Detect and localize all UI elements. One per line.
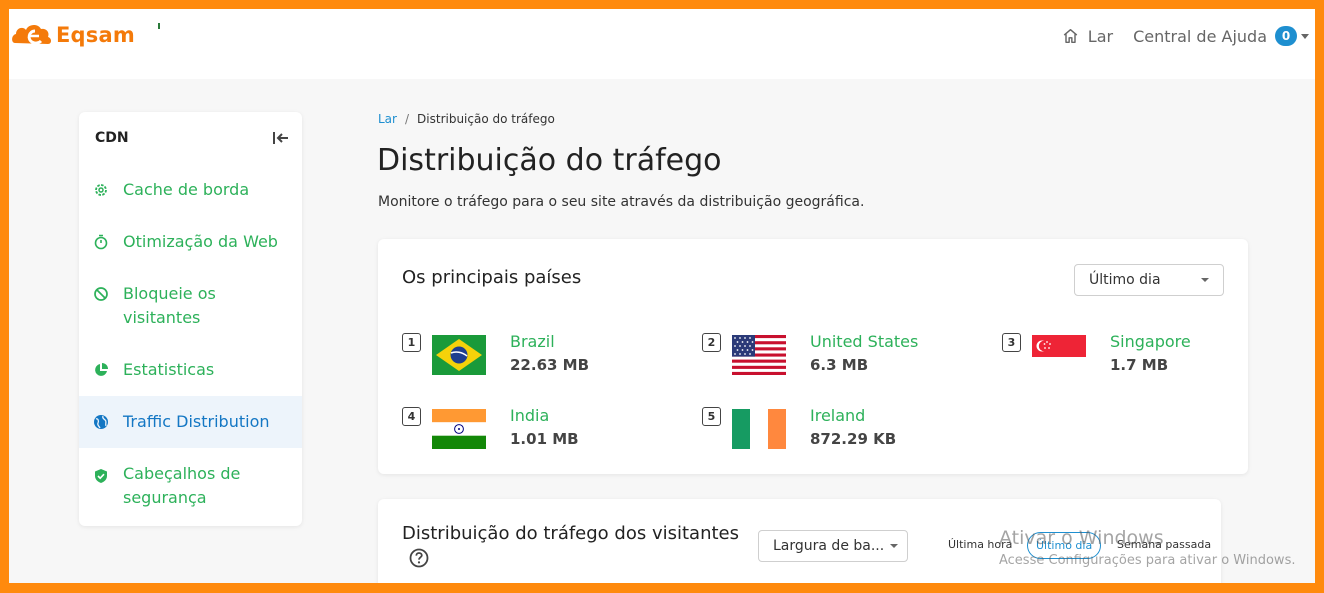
- collapse-sidebar-icon[interactable]: [272, 130, 290, 146]
- windows-watermark-subtitle: Acesse Configurações para ativar o Windo…: [999, 553, 1296, 568]
- home-link[interactable]: Lar: [1061, 27, 1113, 46]
- rank-badge: 3: [1002, 333, 1021, 352]
- india-flag-icon: [432, 409, 486, 449]
- breadcrumb-home-link[interactable]: Lar: [378, 112, 397, 126]
- brand-name: Eqsam: [56, 23, 135, 47]
- rank-badge: 4: [402, 407, 421, 426]
- brand-logo[interactable]: Eqsam: [11, 21, 135, 49]
- windows-watermark-title: Ativar o Windows: [999, 527, 1164, 549]
- top-countries-title: Os principais países: [402, 267, 582, 288]
- pie-chart-icon: [95, 363, 108, 376]
- block-icon: [94, 287, 108, 301]
- country-traffic: 1.01 MB: [510, 430, 579, 448]
- ireland-flag-icon: [732, 409, 786, 449]
- country-traffic: 872.29 KB: [810, 430, 897, 448]
- country-name[interactable]: Ireland: [810, 405, 896, 427]
- sidebar-item-label: Estatisticas: [123, 360, 215, 379]
- country-traffic: 6.3 MB: [810, 356, 869, 374]
- period-select[interactable]: Último dia: [1074, 264, 1224, 296]
- top-bar: Eqsam Lar Central de Ajuda 0: [9, 9, 1315, 79]
- country-info: Singapore 1.7 MB: [1110, 331, 1191, 377]
- country-info: Ireland 872.29 KB: [810, 405, 896, 451]
- breadcrumb: Lar / Distribuição do tráfego: [378, 112, 555, 126]
- period-select-value: Último dia: [1089, 272, 1161, 288]
- chevron-down-icon: [890, 544, 899, 548]
- sidebar-item-edge-cache[interactable]: Cache de borda: [79, 164, 302, 216]
- top-nav: Lar Central de Ajuda 0: [1061, 26, 1309, 46]
- page-subtitle: Monitore o tráfego para o seu site atrav…: [378, 194, 865, 210]
- home-icon: [1063, 28, 1078, 44]
- sidebar-item-block-visitors[interactable]: Bloqueie os visitantes: [79, 268, 302, 344]
- help-question-icon[interactable]: [409, 548, 429, 568]
- sidebar-item-label: Cabeçalhos de segurança: [123, 464, 241, 507]
- help-center-label: Central de Ajuda: [1133, 26, 1267, 46]
- rank-badge: 1: [402, 333, 421, 352]
- country-name[interactable]: United States: [810, 331, 918, 353]
- chevron-down-icon: [1201, 278, 1209, 282]
- country-item: 5 Ireland 872.29 KB: [702, 405, 896, 451]
- country-info: Brazil 22.63 MB: [510, 331, 589, 377]
- sidebar-item-security-headers[interactable]: Cabeçalhos de segurança: [79, 448, 302, 524]
- sidebar-title: CDN: [95, 130, 129, 146]
- chevron-down-icon: [1301, 33, 1309, 39]
- breadcrumb-separator: /: [404, 112, 410, 126]
- sidebar-item-web-optimization[interactable]: Otimização da Web: [79, 216, 302, 268]
- brazil-flag-icon: [432, 335, 486, 375]
- logo-icon: [12, 24, 51, 45]
- country-traffic: 22.63 MB: [510, 356, 590, 374]
- visitor-traffic-title: Distribuição do tráfego dos visitantes: [402, 523, 739, 544]
- sidebar-header: CDN: [79, 112, 302, 164]
- country-name[interactable]: India: [510, 405, 579, 427]
- sidebar-item-label: Otimização da Web: [123, 232, 278, 251]
- shield-check-icon: [95, 469, 107, 483]
- help-badge: 0: [1275, 26, 1297, 46]
- sidebar-item-statistics[interactable]: Estatisticas: [79, 344, 302, 396]
- rank-badge: 5: [702, 407, 721, 426]
- country-item: 2 United States 6.3 MB: [702, 331, 918, 377]
- country-name[interactable]: Singapore: [1110, 331, 1191, 353]
- country-item: 1 Brazil 22.63 MB: [402, 331, 589, 377]
- stopwatch-icon: [94, 234, 108, 250]
- home-label: Lar: [1087, 26, 1114, 46]
- globe-icon: [94, 415, 108, 429]
- sidebar-item-traffic-distribution[interactable]: Traffic Distribution: [79, 396, 302, 448]
- country-traffic: 1.7 MB: [1110, 356, 1169, 374]
- country-info: India 1.01 MB: [510, 405, 579, 451]
- rank-badge: 2: [702, 333, 721, 352]
- help-center-dropdown[interactable]: Central de Ajuda 0: [1133, 26, 1309, 46]
- metric-select-value: Largura de ba...: [773, 538, 885, 554]
- sidebar-item-label: Traffic Distribution: [123, 412, 270, 431]
- singapore-flag-icon: [1032, 335, 1086, 357]
- sidebar: CDN Cache de borda Otimização da Web Blo…: [79, 112, 302, 526]
- country-info: United States 6.3 MB: [810, 331, 918, 377]
- country-item: 4 India 1.01 MB: [402, 405, 579, 451]
- country-item: 3 Singapore 1.7 MB: [1002, 331, 1191, 377]
- country-name[interactable]: Brazil: [510, 331, 589, 353]
- sidebar-item-label: Cache de borda: [123, 180, 250, 199]
- tiny-mark: [158, 23, 160, 29]
- usa-flag-icon: [732, 335, 786, 375]
- top-countries-card: Os principais países Último dia 1 Brazil…: [378, 239, 1248, 474]
- sidebar-item-label: Bloqueie os visitantes: [123, 284, 216, 327]
- breadcrumb-current: Distribuição do tráfego: [417, 112, 555, 126]
- gear-icon: [95, 184, 107, 196]
- page-title: Distribuição do tráfego: [377, 143, 722, 178]
- app-frame: Eqsam Lar Central de Ajuda 0 CDN Cache d…: [9, 9, 1315, 583]
- metric-select[interactable]: Largura de ba...: [758, 530, 908, 562]
